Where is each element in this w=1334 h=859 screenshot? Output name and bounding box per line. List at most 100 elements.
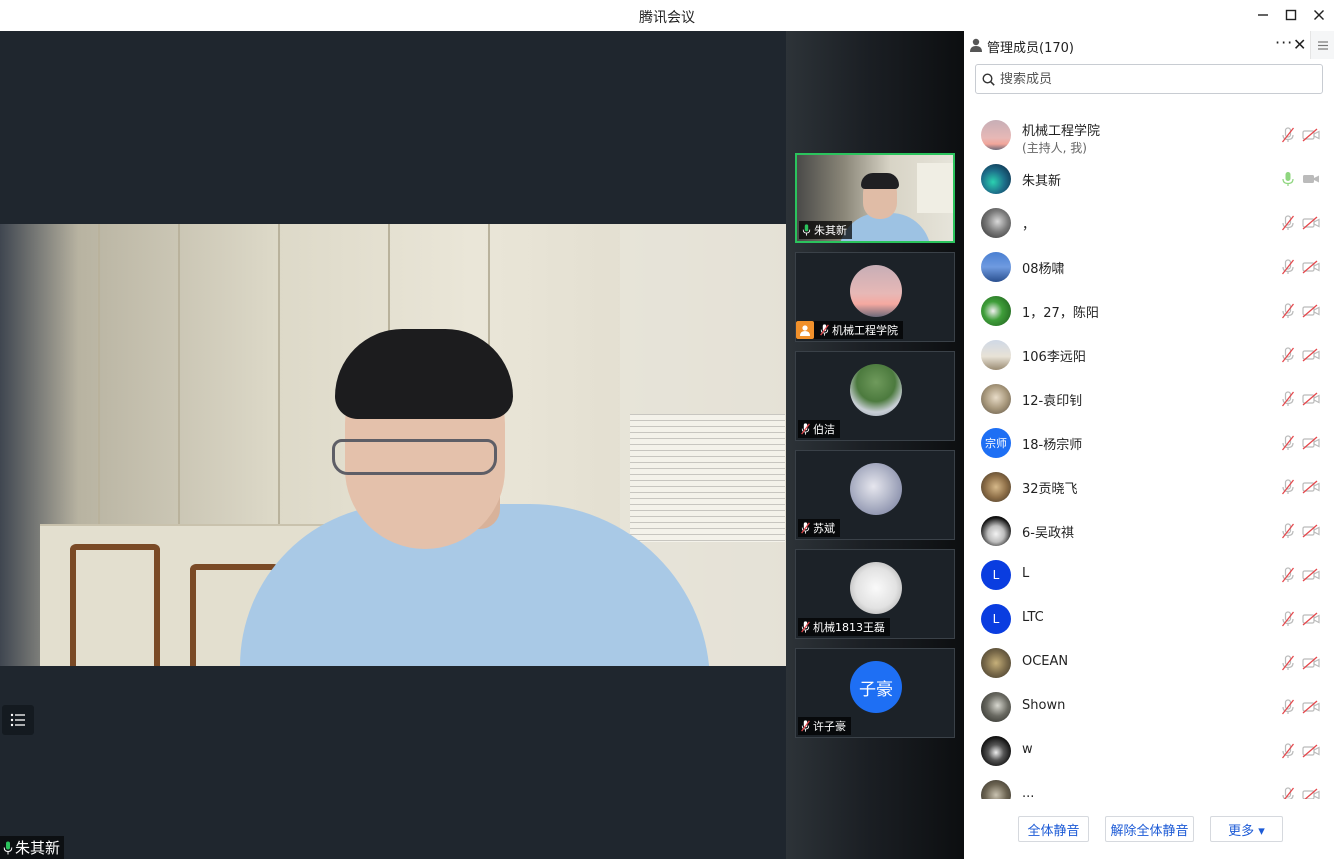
member-name: 6-吴政祺 <box>1022 526 1074 541</box>
main-speaker-video[interactable] <box>0 224 786 666</box>
mic-off-icon <box>801 522 810 534</box>
member-row[interactable]: 1，27，陈阳 <box>964 289 1334 333</box>
member-row[interactable]: w <box>964 729 1334 773</box>
gallery-tile[interactable]: 伯洁 <box>795 351 955 441</box>
search-icon <box>982 72 995 86</box>
mic-off-icon[interactable] <box>1281 611 1295 627</box>
tile-label: 许子豪 <box>798 717 851 735</box>
member-name: Shown <box>1022 698 1066 713</box>
mic-off-icon[interactable] <box>1281 435 1295 451</box>
camera-off-icon[interactable] <box>1302 304 1320 318</box>
mute-all-button[interactable]: 全体静音 <box>1018 816 1089 842</box>
sunset-avatar <box>850 265 902 317</box>
camera-on-icon[interactable] <box>1302 172 1320 186</box>
unmute-all-button[interactable]: 解除全体静音 <box>1105 816 1194 842</box>
member-row[interactable]: 机械工程学院 (主持人, 我) <box>964 113 1334 157</box>
mic-off-icon[interactable] <box>1281 479 1295 495</box>
cabinet-decor <box>40 224 100 524</box>
mic-off-icon[interactable] <box>1281 347 1295 363</box>
gallery-tile[interactable]: 机械1813王磊 <box>795 549 955 639</box>
mic-off-icon[interactable] <box>1281 127 1295 143</box>
camera-off-icon[interactable] <box>1302 260 1320 274</box>
member-name: 朱其新 <box>1022 174 1062 189</box>
camera-off-icon[interactable] <box>1302 480 1320 494</box>
maximize-icon <box>1285 9 1297 21</box>
more-button[interactable]: 更多 ▾ <box>1210 816 1283 842</box>
member-row[interactable]: Shown <box>964 685 1334 729</box>
mic-off-icon[interactable] <box>1281 655 1295 671</box>
mic-off-icon[interactable] <box>1281 303 1295 319</box>
gallery-tile[interactable]: 子豪 许子豪 <box>795 648 955 738</box>
member-avatar <box>981 516 1011 546</box>
sidebar-toggle-button[interactable] <box>1310 31 1334 59</box>
person-glasses <box>332 439 497 475</box>
member-row[interactable]: L L <box>964 553 1334 597</box>
tile-name: 许子豪 <box>813 720 846 733</box>
member-row[interactable]: ， <box>964 201 1334 245</box>
member-avatar <box>981 340 1011 370</box>
member-row[interactable]: 12-袁印钊 <box>964 377 1334 421</box>
member-avatar <box>981 472 1011 502</box>
camera-off-icon[interactable] <box>1302 700 1320 714</box>
camera-off-icon[interactable] <box>1302 128 1320 142</box>
mic-off-icon <box>801 621 810 633</box>
mic-off-icon[interactable] <box>1281 523 1295 539</box>
search-input[interactable] <box>1000 71 1300 87</box>
mic-off-icon[interactable] <box>1281 787 1295 799</box>
camera-off-icon[interactable] <box>1302 216 1320 230</box>
person-icon <box>970 38 982 52</box>
member-row[interactable]: 宗师 18-杨宗师 <box>964 421 1334 465</box>
member-row[interactable]: 32贡晓飞 <box>964 465 1334 509</box>
member-row[interactable]: 朱其新 <box>964 157 1334 201</box>
mic-off-icon[interactable] <box>1281 699 1295 715</box>
mic-off-icon[interactable] <box>1281 259 1295 275</box>
mic-off-icon[interactable] <box>1281 567 1295 583</box>
more-options-icon[interactable]: ··· <box>1275 33 1293 52</box>
member-avatar-initials: L <box>981 560 1011 590</box>
camera-off-icon[interactable] <box>1302 524 1320 538</box>
member-name: 08杨啸 <box>1022 262 1065 277</box>
layout-list-button[interactable] <box>2 705 34 735</box>
close-panel-icon[interactable]: ✕ <box>1293 35 1306 54</box>
member-avatar <box>981 296 1011 326</box>
tile-label: 朱其新 <box>799 221 852 239</box>
notice-sheet-decor <box>630 414 785 542</box>
camera-off-icon[interactable] <box>1302 656 1320 670</box>
member-avatar <box>981 692 1011 722</box>
gallery-tile-video[interactable]: 朱其新 <box>795 153 955 243</box>
mic-on-icon[interactable] <box>1281 171 1295 187</box>
sketch-avatar <box>850 562 902 614</box>
member-avatar <box>981 648 1011 678</box>
camera-off-icon[interactable] <box>1302 568 1320 582</box>
gallery-tile[interactable]: 机械工程学院 <box>795 252 955 342</box>
member-name: ， <box>1022 218 1036 233</box>
host-icon <box>796 321 814 339</box>
camera-off-icon[interactable] <box>1302 392 1320 406</box>
gallery-tile[interactable]: 苏斌 <box>795 450 955 540</box>
member-list: 机械工程学院 (主持人, 我) 朱其新 ， 08杨啸 1，27，陈阳 106李远… <box>964 109 1334 799</box>
camera-off-icon[interactable] <box>1302 436 1320 450</box>
tile-label: 苏斌 <box>798 519 840 537</box>
figure-avatar <box>850 463 902 515</box>
member-row[interactable]: L LTC <box>964 597 1334 641</box>
member-avatar <box>981 736 1011 766</box>
camera-off-icon[interactable] <box>1302 612 1320 626</box>
member-row[interactable]: 106李远阳 <box>964 333 1334 377</box>
member-row[interactable]: OCEAN <box>964 641 1334 685</box>
member-name: 18-杨宗师 <box>1022 438 1083 453</box>
member-row[interactable]: 6-吴政祺 <box>964 509 1334 553</box>
member-search-box[interactable] <box>975 64 1323 94</box>
close-window-button[interactable] <box>1303 4 1334 26</box>
mic-off-icon <box>820 324 829 336</box>
mic-off-icon[interactable] <box>1281 391 1295 407</box>
camera-off-icon[interactable] <box>1302 788 1320 799</box>
mic-off-icon[interactable] <box>1281 215 1295 231</box>
camera-off-icon[interactable] <box>1302 348 1320 362</box>
member-row[interactable]: ... <box>964 773 1334 799</box>
member-avatar <box>981 384 1011 414</box>
member-row[interactable]: 08杨啸 <box>964 245 1334 289</box>
panel-title: 管理成员(170) <box>987 41 1074 56</box>
camera-off-icon[interactable] <box>1302 744 1320 758</box>
person-hair <box>335 329 513 419</box>
mic-off-icon[interactable] <box>1281 743 1295 759</box>
